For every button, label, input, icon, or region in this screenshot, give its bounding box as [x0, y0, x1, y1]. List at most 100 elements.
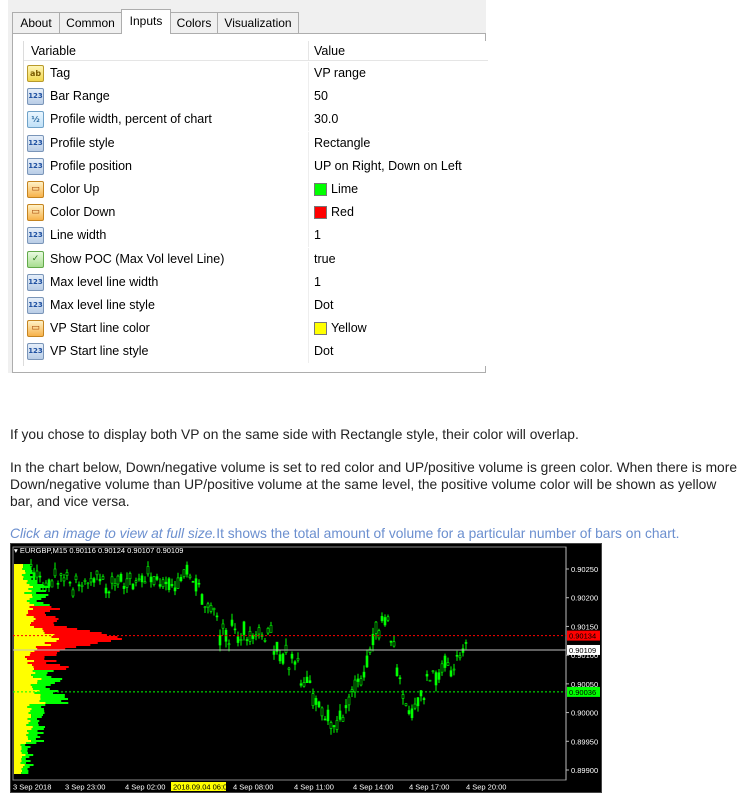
candle-body	[71, 589, 75, 597]
candle-body	[413, 703, 417, 709]
variable-value[interactable]: VP range	[314, 66, 366, 80]
candle-body	[89, 577, 93, 583]
tab-common[interactable]: Common	[59, 12, 122, 33]
variable-value[interactable]: 50	[314, 89, 328, 103]
candle-body	[365, 655, 369, 668]
volume-bar-overlap	[14, 772, 22, 774]
variable-name: Line width	[50, 228, 107, 243]
candle-body	[188, 575, 192, 578]
grid-row[interactable]: 123 VP Start line style Dot	[24, 340, 488, 364]
volume-bar-overlap	[14, 624, 31, 626]
volume-bar-down	[59, 638, 122, 640]
volume-bar-up	[21, 756, 30, 758]
volume-bar-up	[40, 696, 65, 698]
tab-inputs[interactable]: Inputs	[121, 9, 171, 34]
candle-body	[200, 594, 204, 605]
volume-bar-overlap	[14, 670, 33, 672]
volume-bar-overlap	[14, 620, 34, 622]
variable-value[interactable]: UP on Right, Down on Left	[314, 159, 462, 173]
variable-name: Color Down	[50, 205, 116, 220]
time-axis-label: 3 Sep 23:00	[65, 783, 105, 792]
volume-bar-overlap	[14, 590, 32, 592]
integer-type-icon: 123	[27, 88, 44, 106]
volume-bar-overlap	[14, 564, 24, 566]
volume-bar-up	[21, 772, 29, 774]
grid-row[interactable]: ✓ Show POC (Max Vol level Line) true	[24, 247, 488, 271]
variable-value[interactable]: Red	[331, 205, 354, 219]
volume-bar-overlap	[14, 602, 30, 604]
volume-bar-overlap	[14, 714, 32, 716]
candle-body	[281, 653, 285, 664]
price-axis-label: 0.90000	[571, 709, 598, 718]
grid-row[interactable]: ▭ Color Down Red	[24, 201, 488, 225]
volume-bar-down	[33, 608, 60, 610]
grid-row[interactable]: 123 Line width 1	[24, 224, 488, 248]
paragraph-overlap-note: If you chose to display both VP on the s…	[10, 427, 579, 442]
volume-bar-down	[33, 620, 57, 622]
volume-bar-overlap	[14, 582, 27, 584]
grid-row[interactable]: ½ Profile width, percent of chart 30.0	[24, 108, 488, 132]
volume-bar-overlap	[14, 704, 30, 706]
volume-bar-up	[27, 706, 42, 708]
candle-body	[122, 585, 126, 589]
candle-body	[182, 569, 186, 577]
column-header-variable[interactable]: Variable	[31, 44, 76, 58]
variable-value[interactable]: 30.0	[314, 112, 338, 126]
grid-row[interactable]: 123 Profile position UP on Right, Down on …	[24, 154, 488, 178]
image-click-link[interactable]: Click an image to view at full size.	[10, 526, 216, 541]
candle-body	[107, 591, 111, 594]
column-header-value[interactable]: Value	[314, 44, 345, 58]
grid-row[interactable]: 123 Max level line style Dot	[24, 294, 488, 317]
integer-type-icon: 123	[27, 134, 44, 152]
tab-colors[interactable]: Colors	[170, 12, 218, 33]
variable-value[interactable]: 1	[314, 228, 321, 242]
color-swatch[interactable]	[314, 206, 327, 220]
volume-bar-overlap	[14, 766, 24, 768]
volume-bar-overlap	[14, 696, 41, 698]
chart-canvas[interactable]: ▾ EURGBP,M15 0.90116 0.90124 0.90107 0.9…	[11, 544, 601, 792]
volume-bar-overlap	[14, 638, 60, 640]
volume-bar-overlap	[14, 682, 38, 684]
grid-row[interactable]: ▭ Color Up Lime	[24, 178, 488, 201]
variable-value[interactable]: 1	[314, 275, 321, 289]
integer-type-icon: 123	[27, 343, 44, 361]
candle-body	[356, 678, 360, 682]
volume-profile-chart[interactable]: ▾ EURGBP,M15 0.90116 0.90124 0.90107 0.9…	[10, 543, 602, 793]
candle-body	[113, 583, 117, 587]
cell-divider	[308, 294, 309, 317]
integer-type-icon: 123	[27, 227, 44, 245]
variable-value[interactable]: Rectangle	[314, 136, 370, 150]
grid-row[interactable]: ab Tag VP range	[24, 62, 488, 85]
time-axis-label: 3 Sep 2018	[13, 783, 51, 792]
column-divider[interactable]	[308, 41, 309, 61]
candle-body	[185, 564, 189, 575]
volume-bar-overlap	[14, 742, 26, 744]
tab-about[interactable]: About	[12, 12, 60, 33]
variable-value[interactable]: Dot	[314, 344, 333, 358]
volume-bar-overlap	[14, 592, 25, 594]
time-axis-label: 4 Sep 02:00	[125, 783, 165, 792]
variable-value[interactable]: Dot	[314, 298, 333, 312]
volume-bar-overlap	[14, 706, 28, 708]
volume-bar-overlap	[14, 568, 23, 570]
grid-row[interactable]: 123 Max level line width 1	[24, 270, 488, 294]
volume-bar-up	[24, 592, 37, 594]
variable-value[interactable]: Lime	[331, 182, 358, 196]
variable-value[interactable]: true	[314, 252, 336, 266]
volume-bar-overlap	[14, 740, 32, 742]
volume-bar-overlap	[14, 710, 31, 712]
grid-row[interactable]: ▭ VP Start line color Yellow	[24, 317, 488, 341]
time-axis-label: 4 Sep 20:00	[466, 783, 506, 792]
color-swatch[interactable]	[314, 183, 327, 196]
integer-type-icon: 123	[27, 157, 44, 175]
candle-body	[350, 689, 354, 692]
grid-row[interactable]: 123 Bar Range 50	[24, 85, 488, 109]
volume-bar-overlap	[14, 768, 22, 770]
tab-visualization[interactable]: Visualization	[217, 12, 299, 33]
grid-row[interactable]: 123 Profile style Rectangle	[24, 131, 488, 155]
candle-body	[317, 701, 321, 708]
cell-divider	[308, 108, 309, 132]
candle-body	[170, 583, 174, 587]
variable-value[interactable]: Yellow	[331, 321, 367, 335]
color-swatch[interactable]	[314, 322, 327, 336]
